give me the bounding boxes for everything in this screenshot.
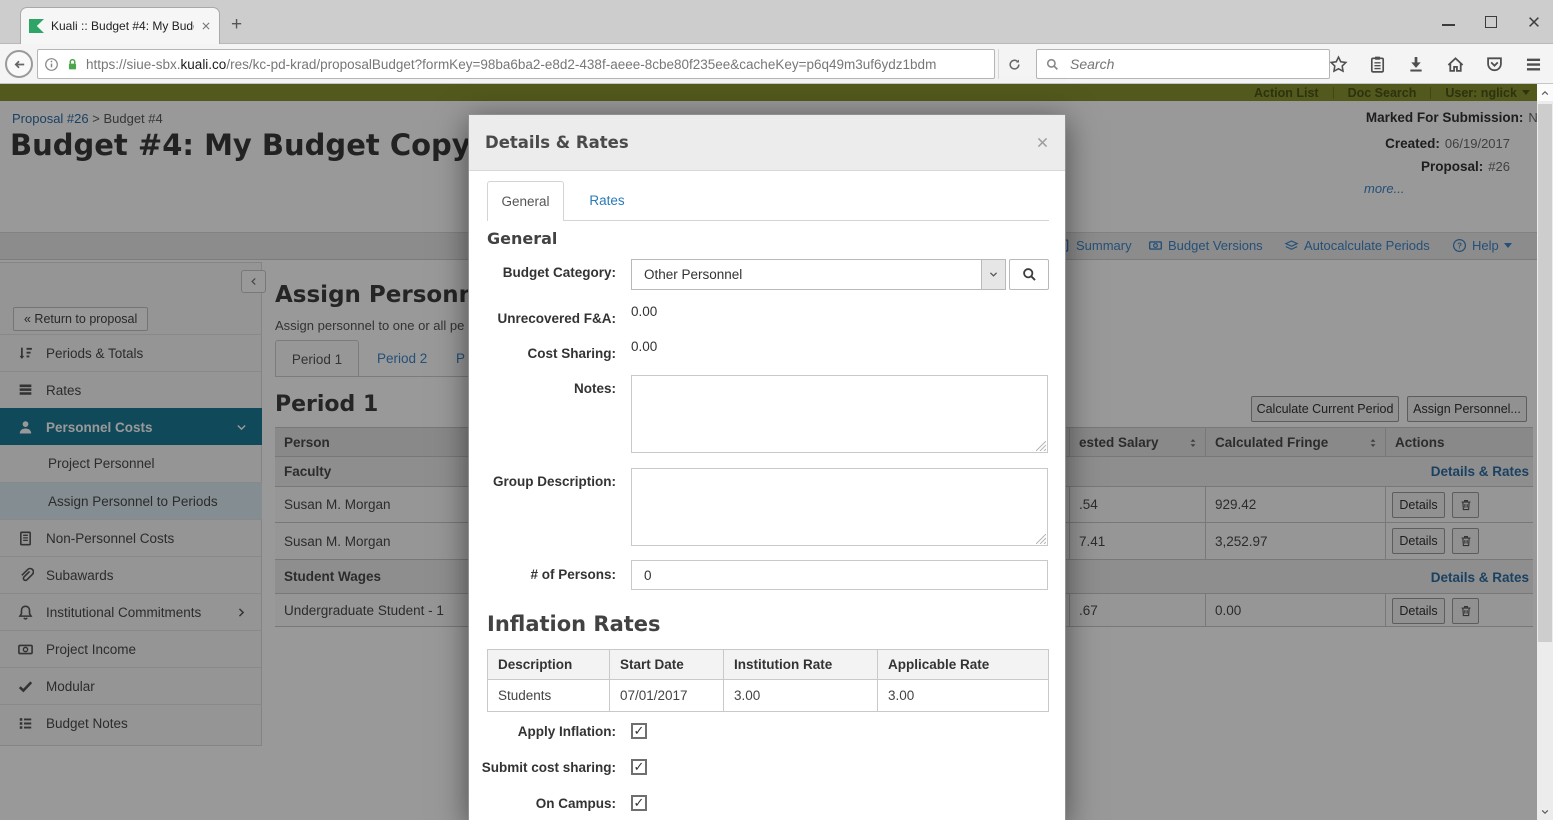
tab-close-icon[interactable] <box>201 21 211 31</box>
col-start-date: Start Date <box>610 650 724 679</box>
resize-grip-icon[interactable] <box>1036 534 1046 544</box>
cost-sharing-label: Cost Sharing: <box>469 346 616 361</box>
chevron-down-icon[interactable] <box>981 260 1005 289</box>
details-rates-modal: Details & Rates General Rates General Bu… <box>468 114 1066 820</box>
bookmark-star-icon[interactable] <box>1326 55 1350 74</box>
group-description-textarea[interactable] <box>631 468 1048 546</box>
lock-icon[interactable] <box>65 57 80 72</box>
browser-tab[interactable]: Kuali :: Budget #4: My Budg <box>20 7 220 44</box>
submit-cost-sharing-label: Submit cost sharing: <box>469 760 616 775</box>
url-text: https://siue-sbx.kuali.co/res/kc-pd-krad… <box>86 57 936 72</box>
home-icon[interactable] <box>1443 55 1467 74</box>
scroll-down-icon[interactable] <box>1537 803 1553 820</box>
budget-category-select[interactable]: Other Personnel <box>631 259 1006 290</box>
search-icon <box>1045 57 1060 72</box>
downloads-icon[interactable] <box>1404 55 1428 73</box>
col-institution-rate: Institution Rate <box>724 650 878 679</box>
submit-cost-sharing-checkbox[interactable]: ✓ <box>631 759 647 775</box>
url-bar[interactable]: https://siue-sbx.kuali.co/res/kc-pd-krad… <box>37 49 995 79</box>
site-info-icon[interactable] <box>44 57 59 72</box>
tab-title: Kuali :: Budget #4: My Budg <box>51 19 194 33</box>
on-campus-checkbox[interactable]: ✓ <box>631 795 647 811</box>
modal-title: Details & Rates <box>485 133 1036 152</box>
inflation-table-header: Description Start Date Institution Rate … <box>488 650 1048 679</box>
search-input[interactable] <box>1068 55 1321 73</box>
scroll-up-icon[interactable] <box>1537 84 1553 101</box>
modal-tabs-divider <box>487 220 1049 221</box>
back-button[interactable] <box>5 50 33 78</box>
group-description-label: Group Description: <box>469 474 616 489</box>
budget-category-lookup-button[interactable] <box>1009 259 1049 290</box>
cell-description: Students <box>488 679 610 711</box>
window-maximize-button[interactable] <box>1485 16 1497 28</box>
kuali-favicon-icon <box>29 19 44 33</box>
inflation-rates-heading: Inflation Rates <box>487 612 661 636</box>
unrecovered-fa-value: 0.00 <box>631 304 657 319</box>
apply-inflation-checkbox[interactable]: ✓ <box>631 723 647 739</box>
general-section-heading: General <box>487 229 557 248</box>
bookmarks-clipboard-icon[interactable] <box>1365 55 1389 74</box>
search-bar[interactable] <box>1036 49 1330 79</box>
inflation-rates-table: Description Start Date Institution Rate … <box>487 649 1049 712</box>
pocket-icon[interactable] <box>1482 55 1506 74</box>
num-persons-label: # of Persons: <box>469 567 616 582</box>
unrecovered-fa-label: Unrecovered F&A: <box>469 311 616 326</box>
cell-start-date: 07/01/2017 <box>610 679 724 711</box>
cell-applicable-rate: 3.00 <box>878 679 1048 711</box>
menu-hamburger-icon[interactable] <box>1521 55 1545 74</box>
budget-category-label: Budget Category: <box>469 265 616 280</box>
cost-sharing-value: 0.00 <box>631 339 657 354</box>
on-campus-row: On Campus: ✓ <box>469 795 1065 813</box>
inflation-table-row: Students 07/01/2017 3.00 3.00 <box>488 679 1048 711</box>
scrollbar-thumb[interactable] <box>1538 104 1552 642</box>
num-persons-input[interactable] <box>631 560 1048 590</box>
screen: Kuali :: Budget #4: My Budg + https://si… <box>0 0 1553 820</box>
apply-inflation-row: Apply Inflation: ✓ <box>469 723 1065 741</box>
col-description: Description <box>488 650 610 679</box>
browser-titlebar: Kuali :: Budget #4: My Budg + <box>0 0 1553 44</box>
modal-header: Details & Rates <box>469 115 1065 171</box>
new-tab-button[interactable]: + <box>231 12 242 38</box>
col-applicable-rate: Applicable Rate <box>878 650 1048 679</box>
window-close-button[interactable] <box>1527 15 1541 29</box>
reload-button[interactable] <box>998 49 1030 79</box>
submit-cost-sharing-row: Submit cost sharing: ✓ <box>469 759 1065 777</box>
close-icon[interactable] <box>1036 136 1049 149</box>
window-minimize-button[interactable] <box>1442 18 1455 26</box>
modal-tab-rates[interactable]: Rates <box>576 181 638 220</box>
resize-grip-icon[interactable] <box>1036 441 1046 451</box>
page-scrollbar[interactable] <box>1537 84 1553 820</box>
on-campus-label: On Campus: <box>469 796 616 811</box>
apply-inflation-label: Apply Inflation: <box>469 724 616 739</box>
notes-textarea[interactable] <box>631 375 1048 453</box>
cell-institution-rate: 3.00 <box>724 679 878 711</box>
notes-label: Notes: <box>469 381 616 396</box>
modal-tab-general[interactable]: General <box>487 181 564 221</box>
